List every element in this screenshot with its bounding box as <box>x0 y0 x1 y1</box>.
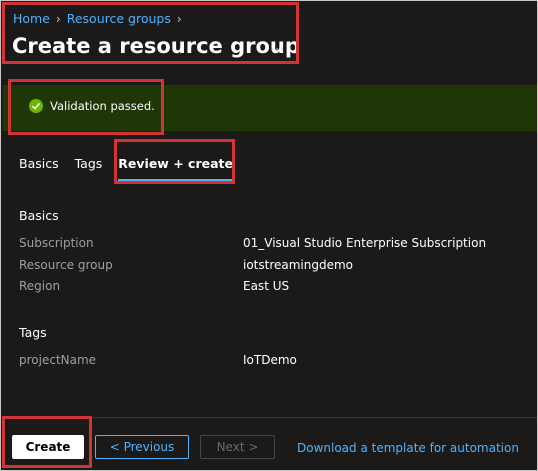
region-label: Region <box>19 279 61 293</box>
page-title: Create a resource group <box>12 34 300 58</box>
tag-value: IoTDemo <box>243 353 297 367</box>
resource-group-label: Resource group <box>19 258 113 272</box>
check-circle-icon <box>29 99 43 113</box>
footer-divider <box>3 417 537 418</box>
wizard-tabs: Basics Tags Review + create <box>19 156 249 181</box>
validation-banner: Validation passed. <box>3 85 537 131</box>
download-template-link[interactable]: Download a template for automation <box>297 441 519 455</box>
tab-tags[interactable]: Tags <box>75 156 103 181</box>
tags-heading: Tags <box>19 325 47 340</box>
breadcrumb: Home › Resource groups › <box>13 11 188 26</box>
resource-group-value: iotstreamingdemo <box>243 258 354 272</box>
previous-button[interactable]: < Previous <box>95 435 189 459</box>
region-value: East US <box>243 279 290 293</box>
breadcrumb-resource-groups[interactable]: Resource groups <box>67 11 171 26</box>
more-options-icon[interactable]: ... <box>270 39 285 54</box>
next-button: Next > <box>200 435 275 459</box>
tag-key-label: projectName <box>19 353 97 367</box>
create-button[interactable]: Create <box>12 435 84 459</box>
breadcrumb-home[interactable]: Home <box>13 11 50 26</box>
tab-basics[interactable]: Basics <box>19 156 59 181</box>
basics-heading: Basics <box>19 208 59 223</box>
validation-message: Validation passed. <box>50 99 155 113</box>
chevron-right-icon: › <box>55 11 61 26</box>
subscription-label: Subscription <box>19 236 94 250</box>
portal-frame: Home › Resource groups › Create a resour… <box>0 0 538 471</box>
tab-review-create[interactable]: Review + create <box>118 156 233 181</box>
subscription-value: 01_Visual Studio Enterprise Subscription <box>243 236 487 250</box>
chevron-right-icon: › <box>176 11 182 26</box>
